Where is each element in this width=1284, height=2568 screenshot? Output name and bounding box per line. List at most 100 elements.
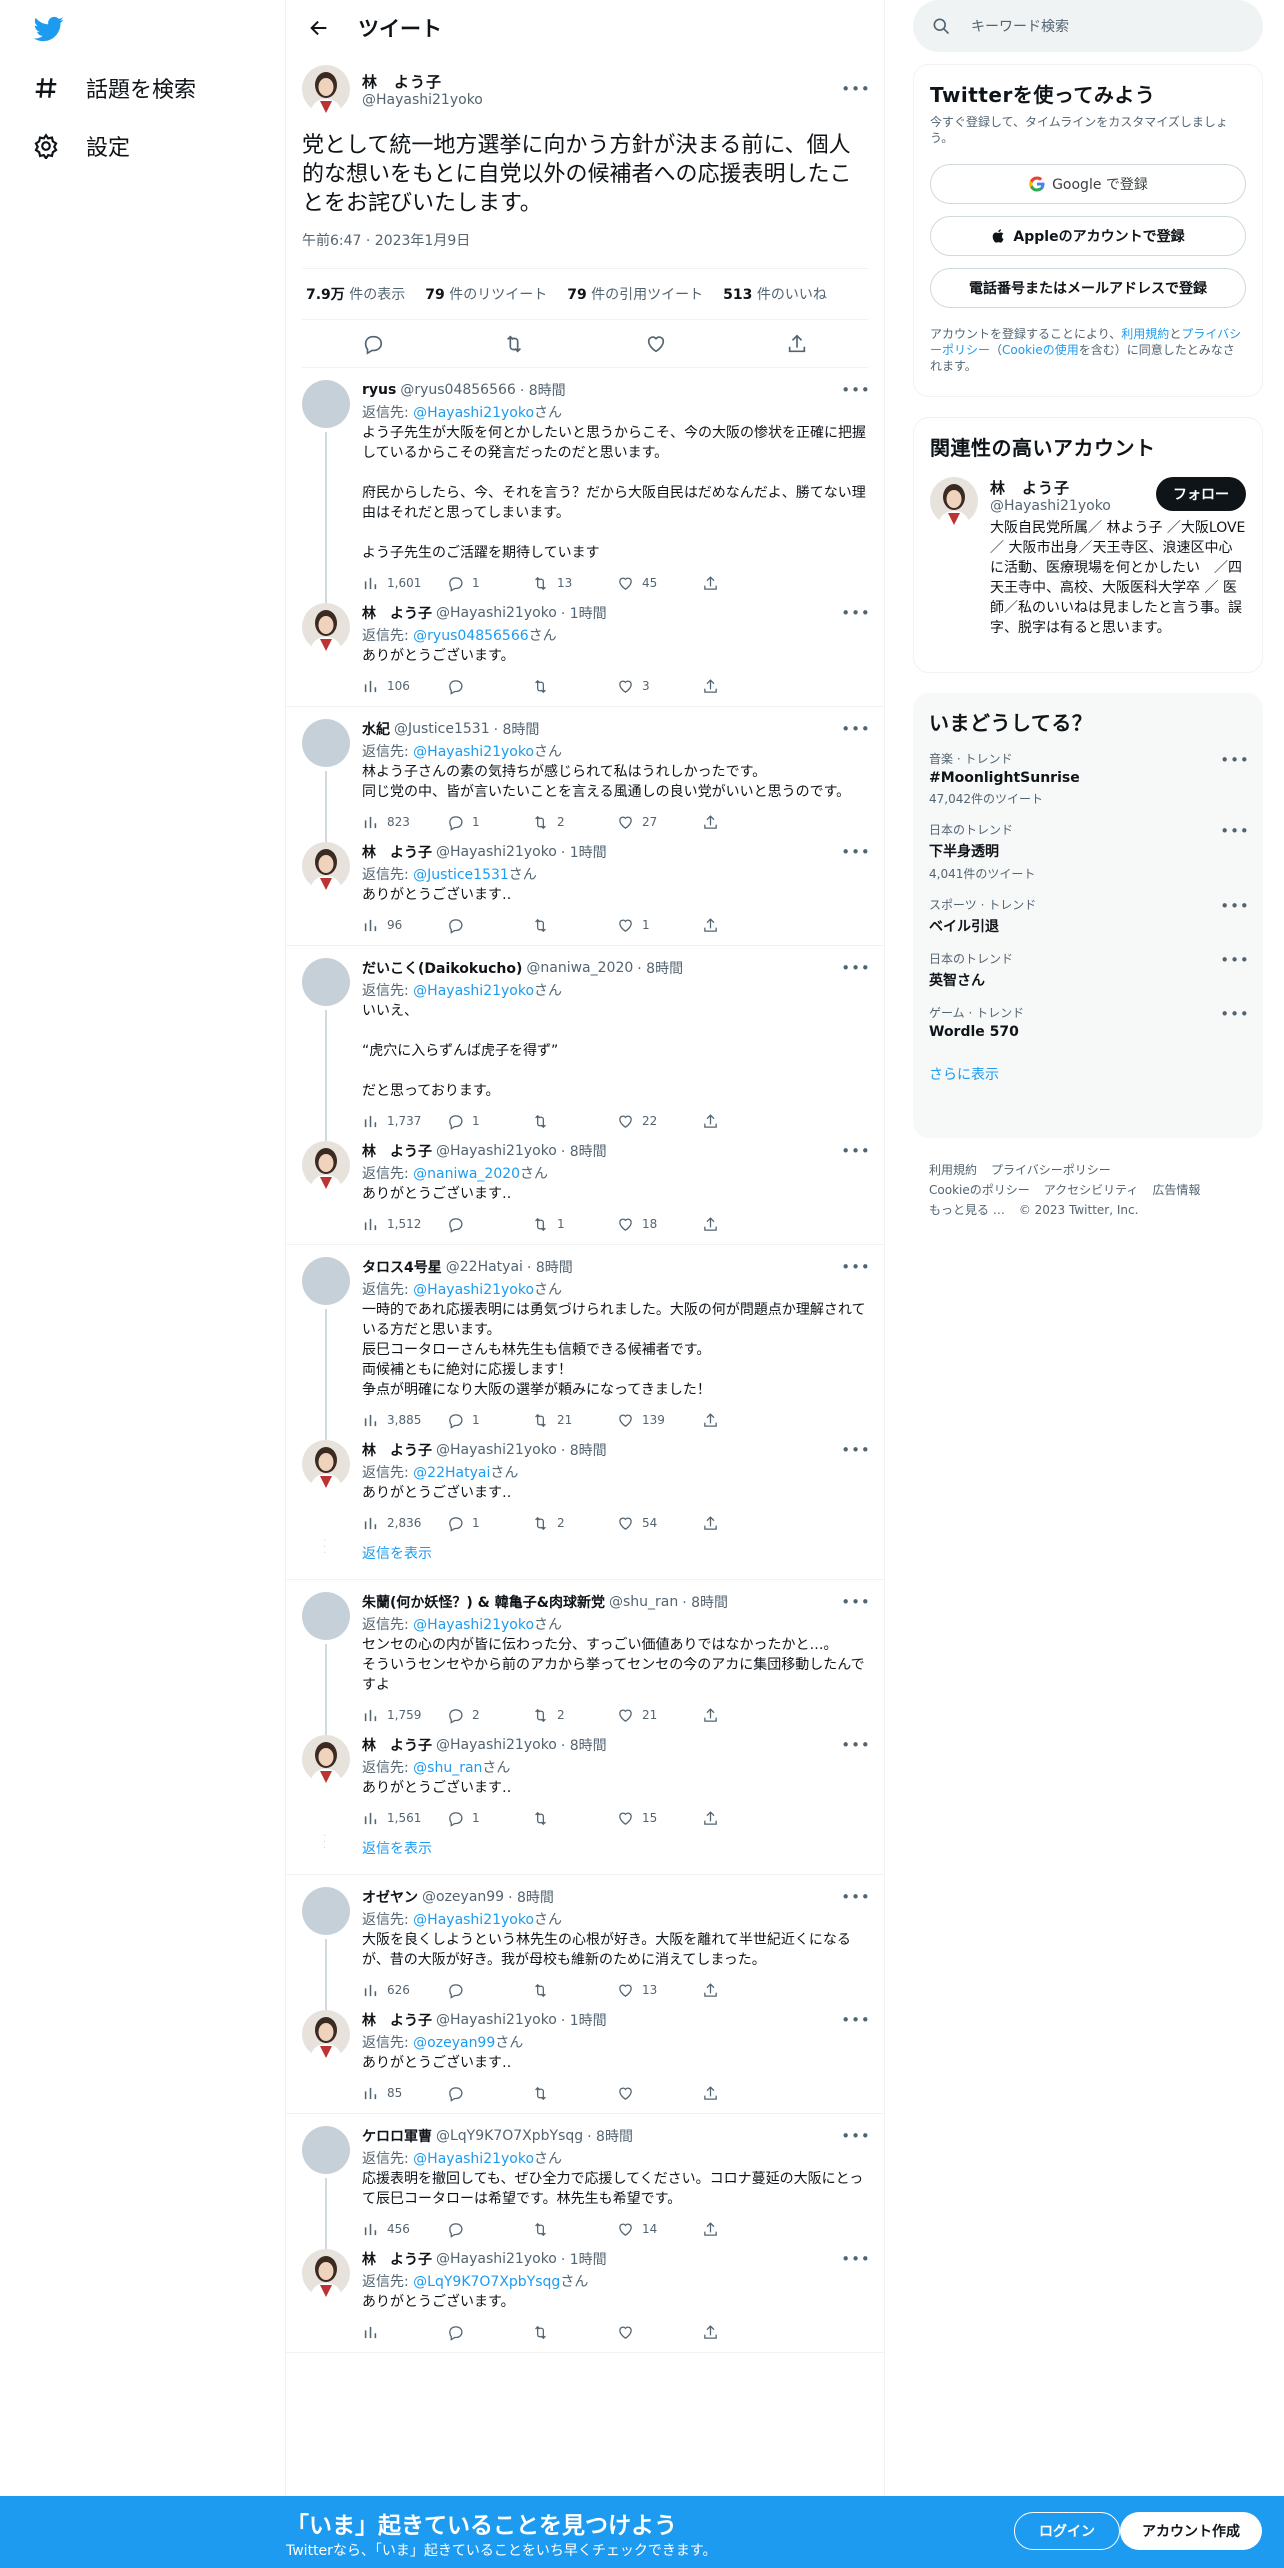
avatar[interactable] [302,719,350,767]
more-icon[interactable]: ••• [841,1887,870,1907]
reply-author-handle[interactable]: @22Hatyai [446,1259,523,1275]
views-button[interactable]: 1,759 [362,1707,447,1724]
avatar[interactable] [302,380,350,428]
reply-button[interactable] [447,1216,532,1233]
reply-author-handle[interactable]: @naniwa_2020 [526,960,633,976]
share-button[interactable] [702,1707,719,1724]
more-icon[interactable]: ••• [841,79,870,99]
google-signup-button[interactable]: Google で登録 [930,164,1246,204]
reply-to-link[interactable]: @ozeyan99 [413,2035,495,2051]
reply-author-name[interactable]: 林 よう子 [362,603,432,623]
reply-to-link[interactable]: @Hayashi21yoko [413,1617,534,1633]
reply-tweet[interactable]: 林 よう子 @Hayashi21yoko · 1時間 ••• 返信先: @ozeyan9… [286,2010,884,2113]
apple-signup-button[interactable]: Appleのアカウントで登録 [930,216,1246,256]
reply-to-link[interactable]: @Justice1531 [413,867,509,883]
more-icon[interactable]: ••• [1220,950,1249,970]
reply-author-handle[interactable]: @Justice1531 [394,721,490,737]
reply-tweet[interactable]: 朱蘭(何か妖怪？) & 韓亀子&肉球新党 @shu_ran · 8時間 ••• 返信先:… [286,1592,884,1735]
reply-button[interactable]: 1 [447,1412,532,1429]
reply-tweet[interactable]: だいこく(Daikokucho) @naniwa_2020 · 8時間 ••• 返信先:… [286,958,884,1141]
nav-explore[interactable]: 話題を検索 [32,72,196,104]
reply-author-handle[interactable]: @Hayashi21yoko [436,1737,557,1753]
reply-button[interactable]: 1 [447,1113,532,1130]
like-button[interactable]: 18 [617,1216,702,1233]
retweet-button[interactable] [532,2085,617,2102]
reply-to-link[interactable]: @Hayashi21yoko [413,983,534,999]
more-icon[interactable]: ••• [841,2249,870,2269]
share-button[interactable] [702,1810,719,1827]
like-button[interactable]: 15 [617,1810,702,1827]
footer-cookie-link[interactable]: Cookieのポリシー [929,1183,1030,1197]
more-icon[interactable]: ••• [841,1141,870,1161]
reply-tweet[interactable]: 林 よう子 @Hayashi21yoko · 1時間 ••• 返信先: @Justice… [286,842,884,945]
views-button[interactable]: 96 [362,917,447,934]
reply-button[interactable] [447,2085,532,2102]
avatar[interactable] [302,1735,350,1783]
reply-button[interactable] [447,2324,532,2341]
login-button[interactable]: ログイン [1014,2512,1120,2550]
related-handle[interactable]: @Hayashi21yoko [990,498,1156,514]
reply-author-name[interactable]: 林 よう子 [362,1141,432,1161]
reply-author-handle[interactable]: @ryus04856566 [400,382,515,398]
like-button[interactable]: 22 [617,1113,702,1130]
footer-more-link[interactable]: もっと見る … [929,1203,1005,1217]
share-button[interactable] [702,575,719,592]
like-button[interactable]: 14 [617,2221,702,2238]
retweet-icon[interactable] [503,333,525,355]
cookie-link[interactable]: Cookieの使用 [1002,343,1079,357]
phone-email-signup-button[interactable]: 電話番号またはメールアドレスで登録 [930,268,1246,308]
retweet-button[interactable] [532,2221,617,2238]
share-button[interactable] [702,1982,719,1999]
views-button[interactable] [362,2324,447,2341]
reply-tweet[interactable]: ryus @ryus04856566 · 8時間 ••• 返信先: @Hayashi21… [286,380,884,603]
terms-link[interactable]: 利用規約 [1121,327,1169,341]
reply-time[interactable]: · 1時間 [561,2010,607,2030]
reply-button[interactable]: 1 [447,575,532,592]
footer-accessibility-link[interactable]: アクセシビリティ [1044,1183,1139,1197]
retweet-button[interactable] [532,917,617,934]
share-button[interactable] [702,2085,719,2102]
reply-to-link[interactable]: @LqY9K7O7XpbYsqg [413,2274,560,2290]
avatar[interactable] [302,1257,350,1305]
avatar[interactable] [302,958,350,1006]
reply-button[interactable] [447,678,532,695]
reply-button[interactable] [447,917,532,934]
reply-time[interactable]: · 8時間 [520,380,566,400]
share-button[interactable] [702,678,719,695]
more-icon[interactable]: ••• [841,719,870,739]
avatar[interactable] [302,2126,350,2174]
reply-to-link[interactable]: @Hayashi21yoko [413,1282,534,1298]
retweet-button[interactable] [532,678,617,695]
more-icon[interactable]: ••• [841,842,870,862]
more-icon[interactable]: ••• [1220,896,1249,916]
like-button[interactable]: 3 [617,678,702,695]
avatar[interactable] [302,1440,350,1488]
more-icon[interactable]: ••• [1220,750,1249,770]
reply-author-handle[interactable]: @Hayashi21yoko [436,1143,557,1159]
author-handle[interactable]: @Hayashi21yoko [362,92,844,108]
more-icon[interactable]: ••• [841,380,870,400]
reply-tweet[interactable]: 林 よう子 @Hayashi21yoko · 1時間 ••• 返信先: @ryus048… [286,603,884,706]
retweet-button[interactable]: 21 [532,1412,617,1429]
reply-tweet[interactable]: 林 よう子 @Hayashi21yoko · 8時間 ••• 返信先: @shu_ran… [286,1735,884,1838]
like-button[interactable]: 54 [617,1515,702,1532]
retweet-button[interactable]: 2 [532,1515,617,1532]
reply-tweet[interactable]: 林 よう子 @Hayashi21yoko · 8時間 ••• 返信先: @naniwa_… [286,1141,884,1244]
views-button[interactable]: 3,885 [362,1412,447,1429]
author-name[interactable]: 林 よう子 [362,71,844,92]
reply-author-handle[interactable]: @Hayashi21yoko [436,2251,557,2267]
reply-tweet[interactable]: オゼヤン @ozeyan99 · 8時間 ••• 返信先: @Hayashi21yoko… [286,1887,884,2010]
main-tweet-time[interactable]: 午前6:47 · 2023年1月9日 [302,230,868,269]
show-replies-link[interactable]: · · · 返信を表示 [286,1537,884,1579]
related-name[interactable]: 林 よう子 [990,477,1156,498]
views-button[interactable]: 85 [362,2085,447,2102]
more-icon[interactable]: ••• [841,1592,870,1612]
reply-time[interactable]: · 1時間 [561,603,607,623]
reply-time[interactable]: · 1時間 [561,842,607,862]
reply-author-name[interactable]: 林 よう子 [362,842,432,862]
share-button[interactable] [702,2221,719,2238]
retweet-button[interactable] [532,1810,617,1827]
reply-button[interactable] [447,1982,532,1999]
retweet-button[interactable]: 1 [532,1216,617,1233]
reply-author-name[interactable]: 林 よう子 [362,2249,432,2269]
